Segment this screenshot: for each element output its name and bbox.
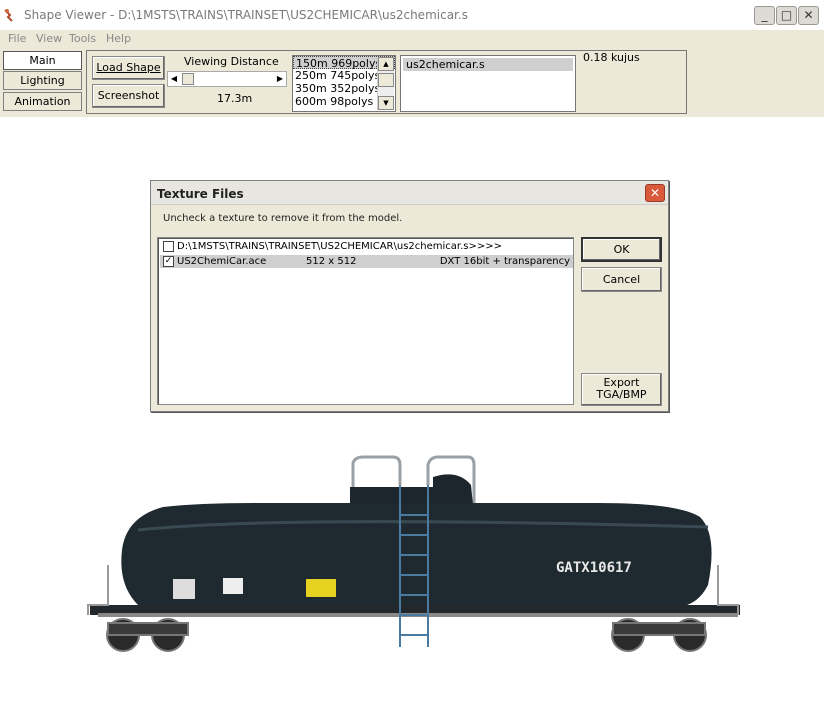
dialog-instruction: Uncheck a texture to remove it from the … [163, 213, 403, 224]
dialog-title: Texture Files [157, 187, 244, 201]
texture-checkbox[interactable] [163, 241, 174, 252]
texture-list[interactable]: D:\1MSTS\TRAINS\TRAINSET\US2CHEMICAR\us2… [157, 237, 574, 405]
export-label-line2: TGA/BMP [596, 388, 647, 401]
tank-car-model: GATX10617 [87, 455, 740, 652]
table-row[interactable]: D:\1MSTS\TRAINS\TRAINSET\US2CHEMICAR\us2… [160, 240, 573, 253]
placard-yellow [306, 579, 336, 597]
tab-lighting[interactable]: Lighting [3, 71, 82, 90]
placard-hazmat [223, 578, 243, 594]
close-button[interactable]: ✕ [798, 6, 819, 25]
texture-name: D:\1MSTS\TRAINS\TRAINSET\US2CHEMICAR\us2… [177, 241, 503, 252]
minimize-button[interactable]: _ [754, 6, 775, 25]
scroll-up-icon[interactable]: ▲ [378, 57, 394, 71]
truck-right [611, 618, 707, 652]
menu-tools[interactable]: Tools [69, 32, 96, 45]
menu-view[interactable]: View [36, 32, 62, 45]
texture-size: 512 x 512 [306, 256, 357, 267]
tool-area: Main Lighting Animation Load Shape Scree… [0, 47, 824, 117]
slider-left-icon[interactable]: ◀ [169, 73, 179, 85]
app-icon [4, 9, 13, 22]
viewing-distance-slider[interactable]: ◀ ▶ [167, 71, 287, 87]
dialog-close-icon[interactable]: ✕ [645, 184, 665, 202]
window-title: Shape Viewer - D:\1MSTS\TRAINS\TRAINSET\… [24, 8, 468, 22]
scroll-down-icon[interactable]: ▼ [378, 96, 394, 110]
texture-name: US2ChemiCar.ace [177, 256, 267, 267]
shape-list[interactable]: us2chemicar.s [400, 55, 576, 112]
menu-bar: File View Tools Help [0, 30, 824, 47]
table-row[interactable]: ✓ US2ChemiCar.ace 512 x 512 DXT 16bit + … [160, 255, 573, 268]
texture-format: DXT 16bit + transparency [439, 256, 570, 267]
screenshot-button[interactable]: Screenshot [92, 84, 165, 108]
menu-file[interactable]: File [8, 32, 26, 45]
viewing-distance-label: Viewing Distance [184, 55, 279, 68]
cancel-button[interactable]: Cancel [581, 267, 662, 292]
tab-animation[interactable]: Animation [3, 92, 82, 111]
lod-scrollbar[interactable]: ▲ ▼ [377, 57, 394, 110]
texture-files-dialog: Texture Files ✕ Uncheck a texture to rem… [150, 180, 669, 412]
ok-button[interactable]: OK [581, 237, 662, 262]
export-tga-bmp-button[interactable]: Export TGA/BMP [581, 373, 662, 406]
maximize-button[interactable]: □ [776, 6, 797, 25]
reporting-mark: GATX10617 [556, 560, 632, 576]
viewing-distance-value: 17.3m [217, 92, 253, 105]
dialog-title-bar: Texture Files ✕ [151, 181, 668, 205]
tab-main[interactable]: Main [3, 51, 82, 70]
slider-thumb[interactable] [182, 73, 194, 85]
slider-right-icon[interactable]: ▶ [275, 73, 285, 85]
placard-left [173, 579, 195, 599]
list-item[interactable]: us2chemicar.s [403, 58, 573, 71]
load-shape-button[interactable]: Load Shape [92, 56, 165, 80]
dome [350, 474, 473, 505]
scroll-thumb[interactable] [378, 73, 394, 87]
texture-checkbox[interactable]: ✓ [163, 256, 174, 267]
truck-left [106, 618, 189, 652]
title-bar: Shape Viewer - D:\1MSTS\TRAINS\TRAINSET\… [0, 0, 824, 30]
info-label: 0.18 kujus [583, 51, 640, 64]
menu-help[interactable]: Help [106, 32, 131, 45]
